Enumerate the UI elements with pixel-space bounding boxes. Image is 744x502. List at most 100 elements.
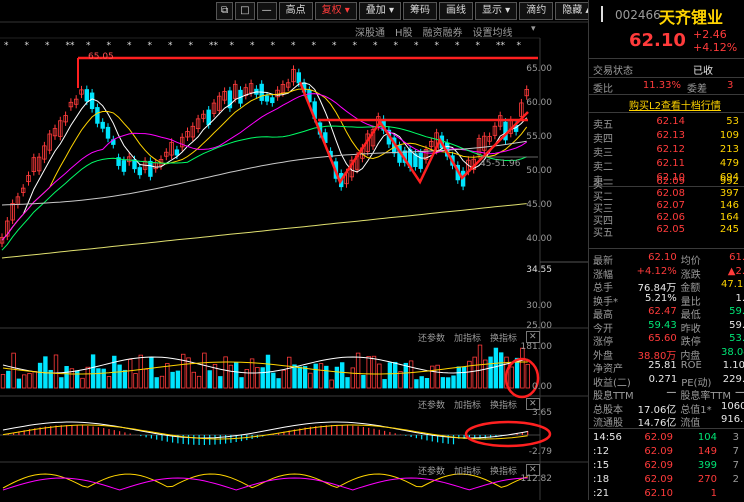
volume-bar (313, 363, 318, 389)
volume-add-indicator[interactable]: 加指标 (454, 331, 481, 344)
volume-bar (276, 378, 281, 389)
volume-bar (143, 368, 149, 389)
last-price: 62.10 (629, 30, 686, 51)
candle-body (148, 160, 153, 177)
volume-bar (414, 379, 419, 389)
subbar-margin[interactable]: 融资融券 (423, 24, 463, 39)
axis-label: 30.00 (526, 301, 552, 311)
quote-label: 总股本 (593, 404, 623, 416)
tick-count: 3 (732, 432, 739, 443)
quote-row: 总手 76.84万金额 47.18 (593, 279, 744, 294)
quote-label: 昨收 (680, 323, 701, 335)
axis-label: 40.00 (526, 234, 552, 244)
ask-label: 卖四 (593, 134, 613, 145)
macd-highlight-circle (464, 420, 552, 448)
kline-chart[interactable]: * * * ** * * * * * * ** * * * * * * * * * * * * * ** * (0, 0, 588, 500)
event-marker: * (455, 41, 460, 51)
third-switch-indicator[interactable]: 换指标 (490, 464, 517, 477)
quote-value: 47.18 (721, 279, 744, 290)
third-add-indicator[interactable]: 加指标 (454, 464, 481, 477)
subbar-ma-settings[interactable]: 设置均线 (473, 24, 513, 39)
chart-subbar: 深股通 H股 融资融券 设置均线 (355, 24, 513, 39)
volume-bar (324, 365, 329, 389)
quote-label: 外盘 (593, 350, 613, 362)
quote-row: 最高 62.47 最低 59. (593, 306, 744, 321)
candle-body (100, 121, 105, 129)
volume-bar (514, 357, 520, 389)
volume-bar (32, 371, 37, 389)
quote-value: 14.76亿 (637, 418, 677, 429)
tick-time: :15 (593, 460, 610, 471)
ask-price: 62.13 (656, 130, 685, 141)
volume-bar (138, 354, 143, 389)
chart-toolbar: ⧉ □ — 高点 复权 ▾ 叠加 ▾ 筹码 画线 显示 ▾ 滴约 隐藏 ▴ ▲ … (216, 2, 637, 20)
toolbar-button-chips[interactable]: 筹码 (403, 2, 437, 20)
close-subbar-icon[interactable]: ▾ (531, 24, 536, 34)
volume-bar (255, 367, 260, 389)
panel-collapse-icon[interactable] (593, 6, 603, 22)
volume-bar (440, 377, 446, 389)
quote-value: 61. (729, 252, 744, 263)
toolbar-button-display[interactable]: 显示 ▾ (475, 2, 518, 20)
quote-label: 涨跌 (680, 269, 701, 281)
toolbar-button-draw[interactable]: 画线 (439, 2, 473, 20)
overlay-label: 叠加 (365, 5, 386, 16)
candle-body (105, 126, 111, 139)
event-marker: * (107, 41, 112, 51)
volume-bar (175, 370, 181, 389)
volume-bar (154, 377, 159, 389)
ma10-line (1, 88, 528, 241)
volume-bar (244, 369, 249, 389)
quote-label: 跌停 (680, 337, 701, 348)
restore-icon[interactable]: ⧉ (216, 2, 234, 20)
volume-bar (498, 352, 504, 389)
low-price-annotation: 45-51.96 (480, 159, 521, 169)
third-reset-params[interactable]: 还参数 (418, 464, 445, 477)
subbar-h-share[interactable]: H股 (395, 24, 413, 39)
toolbar-button-contract[interactable]: 滴约 (519, 2, 554, 20)
quote-row: 换手* 5.21%量比 1. (593, 293, 744, 308)
volume-reset-params[interactable]: 还参数 (418, 331, 445, 344)
quote-value: 38.04 (721, 346, 744, 358)
volume-bar (37, 362, 43, 389)
quote-value: 76.84万 (637, 283, 677, 294)
stock-name: 天齐锂业 (659, 8, 724, 27)
min-window-icon[interactable]: □ (235, 2, 255, 20)
volume-bar (96, 368, 101, 389)
macd-reset-params[interactable]: 还参数 (418, 398, 445, 411)
volume-bar (228, 364, 234, 389)
volume-bar (149, 357, 154, 389)
quote-label: 股息率TTM (680, 391, 731, 402)
macd-add-indicator[interactable]: 加指标 (454, 398, 481, 411)
quote-value: 38.80万 (637, 350, 677, 362)
ask-row: 卖四 62.13 109 (593, 130, 744, 145)
l2-link[interactable]: 购买L2查看十档行情 (629, 97, 721, 112)
toolbar-button-high[interactable]: 高点 (278, 2, 313, 20)
volume-bar (445, 377, 451, 389)
ma250-line (1, 203, 527, 259)
toolbar-button-overlay[interactable]: 叠加 ▾ (358, 2, 401, 20)
event-marker: * (189, 41, 194, 51)
volume-bar (477, 344, 483, 389)
volume-bar (387, 362, 393, 389)
volume-bar (16, 378, 22, 389)
event-marker: * (250, 41, 255, 51)
quote-value: 25.81 (648, 360, 677, 371)
macd-switch-indicator[interactable]: 换指标 (490, 398, 517, 411)
toolbar-button-adjust[interactable]: 复权 ▾ (314, 2, 357, 20)
volume-bar (461, 366, 467, 389)
collapse-icon[interactable]: — (256, 2, 277, 20)
ask-label: 卖三 (593, 148, 613, 159)
tick-price: 62.09 (644, 474, 673, 485)
volume-bar (6, 370, 11, 389)
chart-area[interactable]: * * * ** * * * * * * ** * * * * * * * * * * * * * ** * ⧉ □ — 高点 复… (0, 0, 637, 500)
volume-bar (21, 374, 27, 389)
quote-value: 229. (722, 373, 744, 385)
ask-volume: 109 (719, 130, 739, 141)
event-marker: * (517, 41, 522, 51)
quote-label: 今开 (593, 323, 613, 335)
ask-price: 62.14 (656, 116, 685, 127)
display-label: 显示 (482, 5, 502, 16)
subbar-sz-connect[interactable]: 深股通 (355, 24, 385, 39)
volume-switch-indicator[interactable]: 换指标 (490, 331, 517, 344)
